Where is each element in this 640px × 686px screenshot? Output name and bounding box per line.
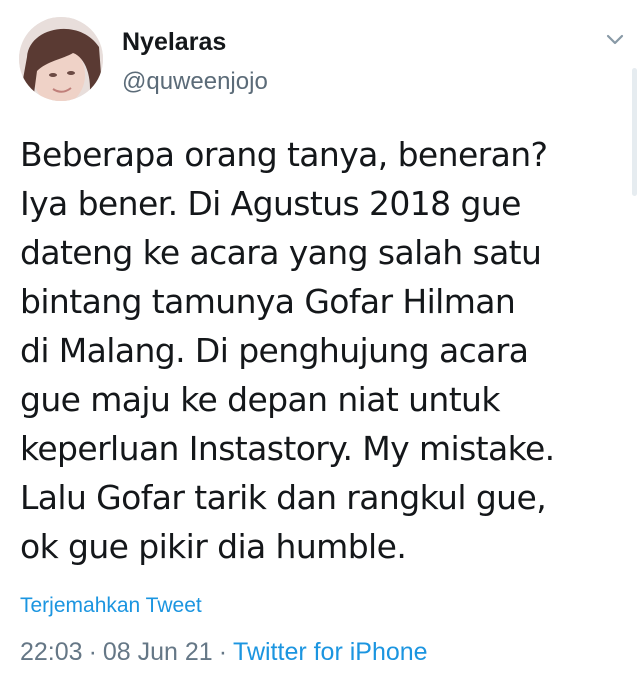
tweet-source-link[interactable]: Twitter for iPhone xyxy=(233,638,428,666)
author-handle[interactable]: @quweenjojo xyxy=(122,68,268,96)
avatar[interactable] xyxy=(19,17,103,101)
tweet-time: 22:03 xyxy=(20,638,83,666)
separator: · xyxy=(88,638,97,666)
separator: · xyxy=(218,638,228,666)
translate-tweet-link[interactable]: Terjemahkan Tweet xyxy=(20,594,202,618)
tweet-meta: 22:03 · 08 Jun 21 · Twitter for iPhone xyxy=(20,638,428,667)
scrollbar[interactable] xyxy=(632,68,637,196)
chevron-down-icon[interactable] xyxy=(604,32,626,48)
author-display-name[interactable]: Nyelaras xyxy=(122,28,226,57)
tweet-date: 08 Jun 21 xyxy=(102,638,213,666)
tweet-text: Beberapa orang tanya, beneran? Iya bener… xyxy=(20,135,555,566)
